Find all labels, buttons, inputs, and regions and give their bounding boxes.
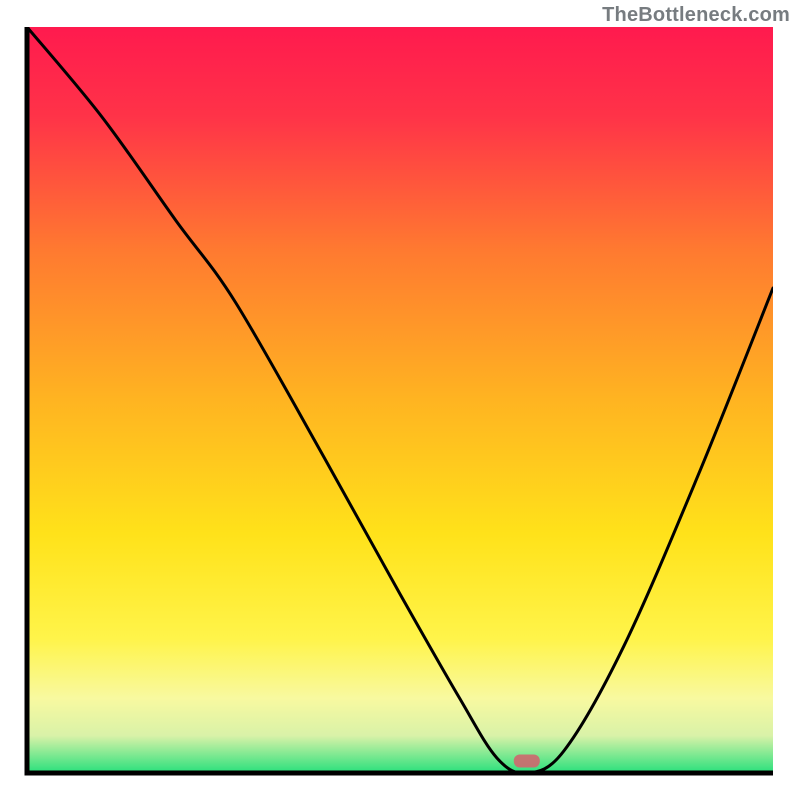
chart-stage: TheBottleneck.com [0, 0, 800, 800]
optimal-point-marker [514, 755, 540, 768]
bottleneck-plot [0, 0, 800, 800]
gradient-background [27, 27, 773, 773]
